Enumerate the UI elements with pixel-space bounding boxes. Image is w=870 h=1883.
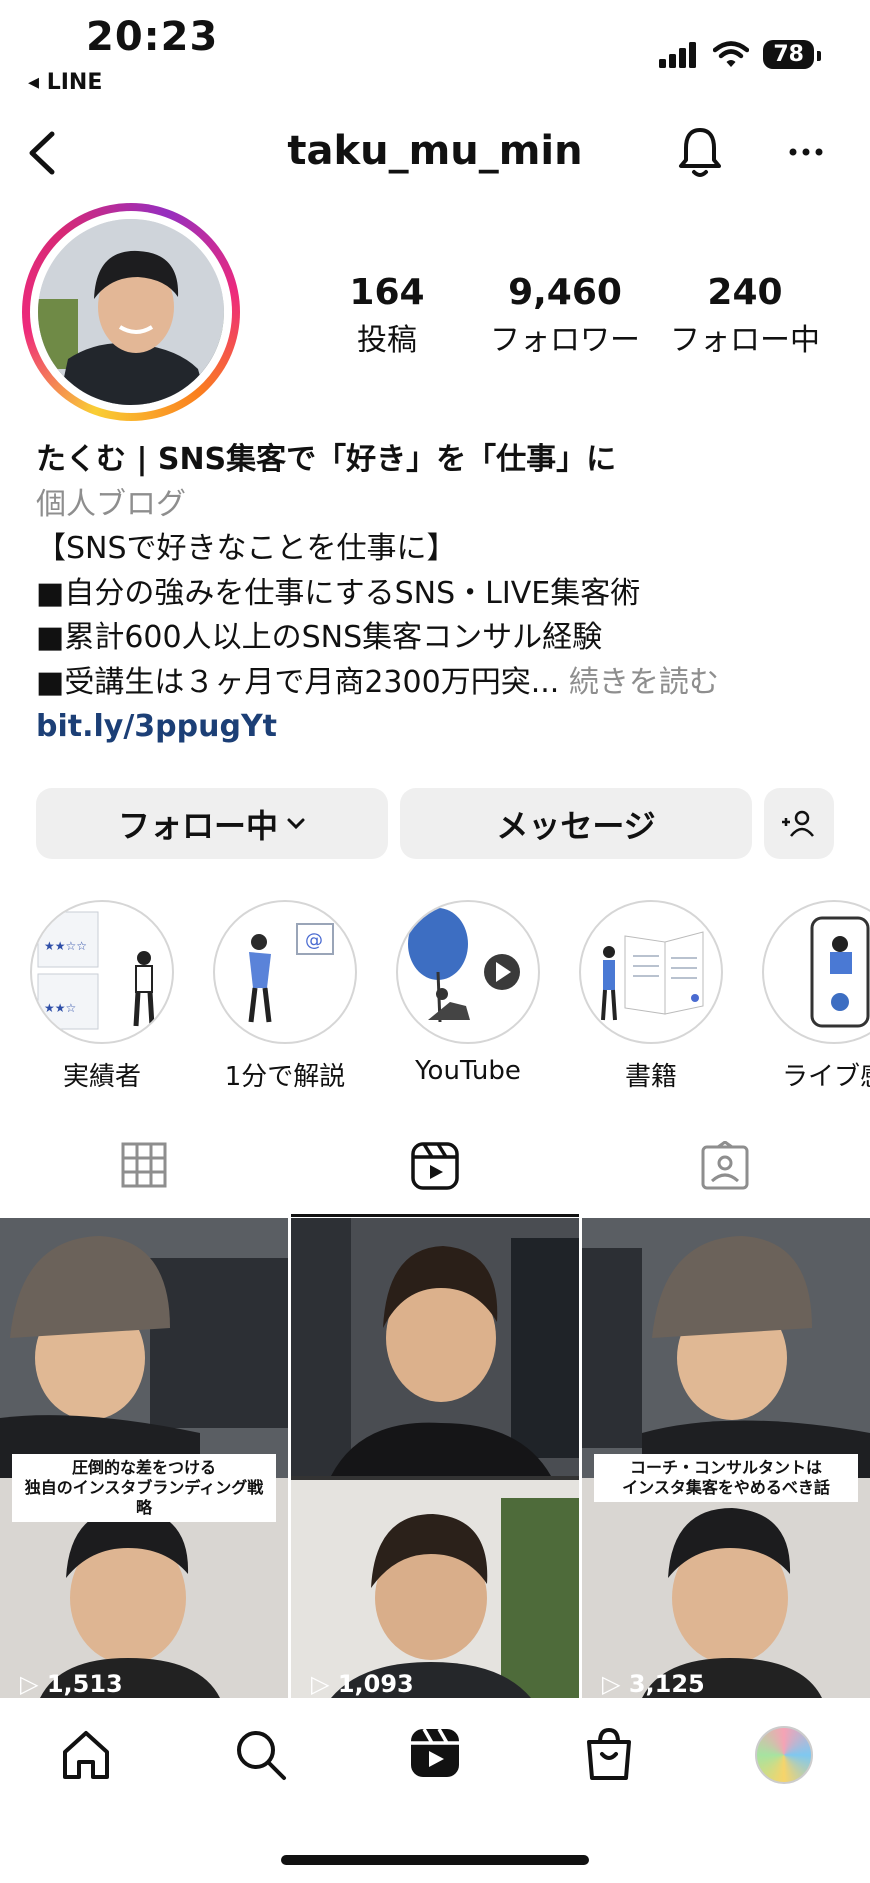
highlight-cover: ★★☆☆ ★★☆ xyxy=(30,900,174,1044)
reel-caption: 圧倒的な差をつける 独自のインスタブランディング戦略 xyxy=(12,1454,276,1522)
svg-text:★★☆: ★★☆ xyxy=(44,1001,76,1015)
stat-followers[interactable]: 9,460 フォロワー xyxy=(480,272,650,359)
highlight-label: YouTube xyxy=(415,1056,521,1086)
reel-thumbnail[interactable]: ▷ 1,093 xyxy=(291,1218,579,1698)
reel-thumbnail[interactable]: 圧倒的な差をつける 独自のインスタブランディング戦略 ▷ 1,513 xyxy=(0,1218,288,1698)
search-icon[interactable] xyxy=(234,1728,288,1782)
home-icon[interactable] xyxy=(60,1728,112,1782)
bio-line-truncated: ■受講生は３ヶ月で月商2300万円突... 続きを読む xyxy=(36,664,719,700)
posts-count: 164 xyxy=(349,272,425,313)
message-button[interactable]: メッセージ xyxy=(400,788,752,859)
following-label: フォロー中 xyxy=(670,323,820,358)
more-options-icon[interactable] xyxy=(788,140,824,164)
followers-label: フォロワー xyxy=(490,323,640,358)
svg-text:@: @ xyxy=(305,930,323,951)
reel-thumbnail[interactable]: コーチ・コンサルタントは インスタ集客をやめるべき話 ▷ 3,125 xyxy=(582,1218,870,1698)
highlight-item[interactable]: @ 1分で解説 xyxy=(213,900,357,1093)
stat-posts[interactable]: 164 投稿 xyxy=(337,272,437,359)
avatar-person-image xyxy=(38,219,224,405)
highlight-item[interactable]: YouTube xyxy=(396,900,540,1086)
highlight-label: ライブ感 xyxy=(781,1062,870,1092)
profile-bio: たくむ | SNS集客で「好き」を「仕事」に 個人ブログ 【SNSで好きなことを… xyxy=(36,438,836,750)
highlight-item[interactable]: 書籍 xyxy=(579,900,723,1093)
active-tab-indicator xyxy=(291,1214,579,1217)
home-indicator xyxy=(281,1855,589,1865)
highlight-label: 実績者 xyxy=(62,1062,141,1092)
highlight-label: 1分で解説 xyxy=(224,1062,346,1092)
bio-line: 【SNSで好きなことを仕事に】 xyxy=(36,531,457,566)
profile-username: taku_mu_min xyxy=(287,128,583,174)
wifi-icon xyxy=(713,40,750,67)
bio-link[interactable]: bit.ly/3ppugYt xyxy=(36,705,836,750)
followers-count: 9,460 xyxy=(508,272,622,313)
bell-icon[interactable] xyxy=(676,124,724,180)
highlight-item[interactable]: ★★☆☆ ★★☆ 実績者 xyxy=(30,900,174,1093)
posts-label: 投稿 xyxy=(357,323,417,358)
highlight-cover xyxy=(762,900,870,1044)
status-icons: 78 xyxy=(659,40,821,69)
profile-avatar[interactable] xyxy=(38,219,224,405)
highlight-label: 書籍 xyxy=(624,1062,677,1092)
back-to-app-link[interactable]: ◂ LINE xyxy=(28,70,102,95)
reel-view-count: ▷ 3,125 xyxy=(602,1670,705,1698)
display-name: たくむ | SNS集客で「好き」を「仕事」に xyxy=(36,442,617,477)
grid-tab-icon[interactable] xyxy=(120,1141,168,1189)
highlight-cover xyxy=(396,900,540,1044)
following-button[interactable]: フォロー中 xyxy=(36,788,388,859)
reels-icon[interactable] xyxy=(408,1726,462,1780)
category-label: 個人ブログ xyxy=(36,486,186,522)
add-person-icon xyxy=(782,810,814,837)
tagged-tab-icon[interactable] xyxy=(700,1141,750,1191)
reel-view-count: ▷ 1,093 xyxy=(311,1670,414,1698)
bio-line: ■累計600人以上のSNS集客コンサル経験 xyxy=(36,620,603,655)
bio-line: ■自分の強みを仕事にするSNS・LIVE集客術 xyxy=(36,575,641,611)
reels-tab-icon[interactable] xyxy=(410,1141,460,1191)
highlight-cover xyxy=(579,900,723,1044)
read-more-link[interactable]: 続きを読む xyxy=(569,665,719,700)
cellular-signal-icon xyxy=(659,41,697,68)
highlight-cover: @ xyxy=(213,900,357,1044)
reel-view-count: ▷ 1,513 xyxy=(20,1670,123,1698)
highlight-item[interactable]: ライブ感 xyxy=(762,900,870,1093)
chevron-down-icon xyxy=(287,818,305,829)
battery-indicator: 78 xyxy=(763,40,821,69)
stat-following[interactable]: 240 フォロー中 xyxy=(660,272,830,359)
suggested-users-button[interactable] xyxy=(764,788,834,859)
profile-tab-avatar[interactable] xyxy=(755,1726,813,1784)
svg-text:★★☆☆: ★★☆☆ xyxy=(44,939,87,953)
reel-caption: コーチ・コンサルタントは インスタ集客をやめるべき話 xyxy=(594,1454,858,1502)
status-time: 20:23 xyxy=(86,14,219,60)
shop-icon[interactable] xyxy=(584,1726,634,1782)
following-count: 240 xyxy=(707,272,783,313)
